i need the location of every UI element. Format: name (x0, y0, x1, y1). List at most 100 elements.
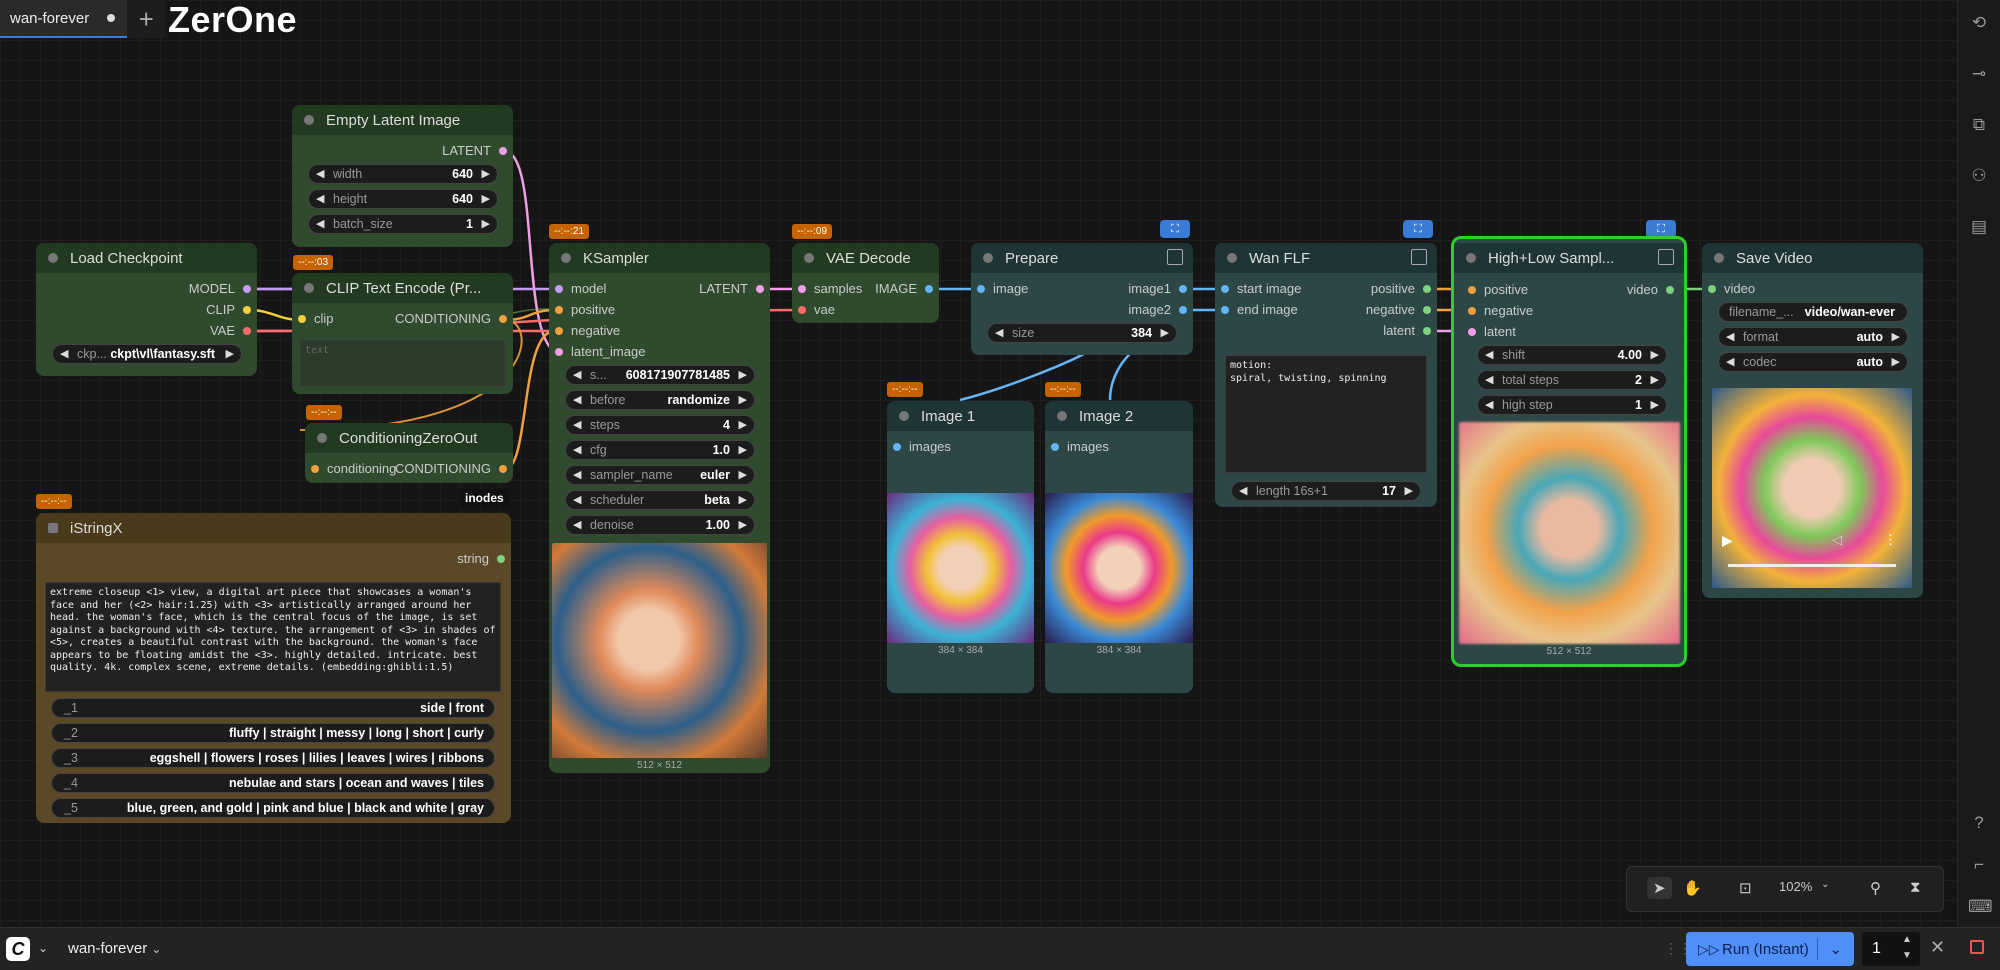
width-widget[interactable]: ◀ width 640 ▶ (308, 164, 498, 184)
hide-links-icon[interactable]: ⧗ (1910, 879, 1921, 896)
play-icon[interactable]: ▶ (1722, 532, 1733, 549)
motion-textarea[interactable]: motion: spiral, twisting, spinning (1225, 355, 1427, 473)
batch-size-widget[interactable]: ◀ batch_size 1 ▶ (308, 214, 498, 234)
video-player[interactable]: ▶ ◁ ⋮ (1712, 388, 1912, 588)
increment-icon[interactable]: ▲ (1902, 934, 1912, 945)
option-4-widget[interactable]: _4 nebulae and stars | ocean and waves | … (51, 773, 495, 793)
cancel-icon[interactable]: ✕ (1930, 937, 1945, 958)
cfg-widget[interactable]: ◀ cfg 1.0 ▶ (565, 440, 755, 460)
input-clip-socket[interactable] (298, 315, 306, 323)
output-vae-socket[interactable] (243, 327, 251, 335)
node-high-low-sampler[interactable]: High+Low Sampl... positive negative late… (1451, 236, 1687, 667)
history-icon[interactable]: ⟲ (1968, 12, 1990, 34)
model-library-icon[interactable]: ⚇ (1968, 165, 1990, 187)
queue-icon[interactable]: ⊸ (1968, 63, 1990, 85)
expand-icon[interactable] (1658, 249, 1674, 265)
seed-widget[interactable]: ◀ s... 608171907781485 ▶ (565, 365, 755, 385)
input-images-socket[interactable] (893, 443, 901, 451)
scheduler-widget[interactable]: ◀ scheduler beta ▶ (565, 490, 755, 510)
input-latent-socket[interactable] (555, 348, 563, 356)
output-string-socket[interactable] (497, 555, 505, 563)
control-before-widget[interactable]: ◀ before randomize ▶ (565, 390, 755, 410)
node-clip-text-encode[interactable]: CLIP Text Encode (Pr... clip CONDITIONIN… (292, 273, 513, 394)
prompt-textarea[interactable]: text (300, 340, 505, 386)
option-1-widget[interactable]: _1 side | front (51, 698, 495, 718)
chevron-down-icon[interactable]: ⌄ (1821, 879, 1829, 890)
input-start-image-socket[interactable] (1221, 285, 1229, 293)
option-3-widget[interactable]: _3 eggshell | flowers | roses | lilies | … (51, 748, 495, 768)
decrement-icon[interactable]: ▼ (1902, 950, 1912, 961)
input-latent-socket[interactable] (1468, 328, 1476, 336)
comfy-logo-icon[interactable]: C (6, 937, 30, 961)
output-latent-socket[interactable] (756, 285, 764, 293)
node-prepare[interactable]: Prepare image image1 image2 ◀ size 384 ▶ (971, 243, 1193, 355)
input-positive-socket[interactable] (555, 306, 563, 314)
stop-icon[interactable] (1970, 940, 1984, 954)
help-icon[interactable]: ? (1968, 812, 1990, 834)
option-2-widget[interactable]: _2 fluffy | straight | messy | long | sho… (51, 723, 495, 743)
zoom-level[interactable]: 102% (1779, 879, 1812, 894)
high-step-widget[interactable]: ◀ high step 1 ▶ (1477, 395, 1667, 415)
node-empty-latent[interactable]: Empty Latent Image LATENT ◀ width 640 ▶ ◀ he… (292, 105, 513, 247)
bulb-icon[interactable]: ⚲ (1870, 879, 1881, 897)
sampler-name-widget[interactable]: ◀ sampler_name euler ▶ (565, 465, 755, 485)
tab-workflow[interactable]: wan-forever (0, 0, 128, 38)
node-vae-decode[interactable]: VAE Decode samples vae IMAGE (792, 243, 939, 323)
format-widget[interactable]: ◀ format auto ▶ (1718, 327, 1908, 347)
input-end-image-socket[interactable] (1221, 306, 1229, 314)
steps-widget[interactable]: ◀ steps 4 ▶ (565, 415, 755, 435)
input-samples-socket[interactable] (798, 285, 806, 293)
node-istringx[interactable]: iStringX string extreme closeup <1> view… (36, 513, 511, 823)
input-positive-socket[interactable] (1468, 286, 1476, 294)
denoise-widget[interactable]: ◀ denoise 1.00 ▶ (565, 515, 755, 535)
input-vae-socket[interactable] (798, 306, 806, 314)
keyboard-icon[interactable]: ⌨ (1968, 896, 1993, 918)
node-ksampler[interactable]: KSampler model positive negative latent_… (549, 243, 770, 773)
hand-tool-icon[interactable]: ✋ (1683, 879, 1702, 897)
output-latent-socket[interactable] (499, 147, 507, 155)
codec-widget[interactable]: ◀ codec auto ▶ (1718, 352, 1908, 372)
height-widget[interactable]: ◀ height 640 ▶ (308, 189, 498, 209)
option-5-widget[interactable]: _5 blue, green, and gold | pink and blue … (51, 798, 495, 818)
output-negative-socket[interactable] (1423, 306, 1431, 314)
input-image-socket[interactable] (977, 285, 985, 293)
output-positive-socket[interactable] (1423, 285, 1431, 293)
input-conditioning-socket[interactable] (311, 465, 319, 473)
workflow-name[interactable]: wan-forever ⌄ (68, 940, 161, 957)
node-load-checkpoint[interactable]: Load Checkpoint MODEL CLIP VAE ◀ ckp... ck… (36, 243, 257, 376)
node-save-video[interactable]: Save Video video filename_... video/wan-e… (1702, 243, 1923, 598)
template-textarea[interactable]: extreme closeup <1> view, a digital art … (45, 582, 501, 692)
templates-icon[interactable]: ▤ (1968, 216, 1990, 238)
output-image-socket[interactable] (925, 285, 933, 293)
total-steps-widget[interactable]: ◀ total steps 2 ▶ (1477, 370, 1667, 390)
more-icon[interactable]: ⋮ (1884, 532, 1897, 548)
output-video-socket[interactable] (1666, 286, 1674, 294)
new-tab-button[interactable]: + (127, 0, 166, 38)
subgraph-icon[interactable]: ⛶ (1160, 220, 1190, 238)
size-widget[interactable]: ◀ size 384 ▶ (987, 323, 1177, 343)
chevron-down-icon[interactable]: ⌄ (38, 941, 48, 955)
node-library-icon[interactable]: ⧉ (1968, 114, 1990, 136)
input-model-socket[interactable] (555, 285, 563, 293)
node-image-2[interactable]: Image 2 images 384 × 384 (1045, 401, 1193, 693)
fit-view-icon[interactable]: ⊡ (1739, 879, 1752, 897)
input-images-socket[interactable] (1051, 443, 1059, 451)
run-button[interactable]: ▷▷ Run (Instant) ⌄ (1686, 932, 1854, 966)
node-image-1[interactable]: Image 1 images 384 × 384 (887, 401, 1034, 693)
subgraph-icon[interactable]: ⛶ (1403, 220, 1433, 238)
expand-icon[interactable] (1167, 249, 1183, 265)
output-image1-socket[interactable] (1179, 285, 1187, 293)
output-conditioning-socket[interactable] (499, 465, 507, 473)
chevron-down-icon[interactable]: ⌄ (1829, 940, 1842, 958)
shift-widget[interactable]: ◀ shift 4.00 ▶ (1477, 345, 1667, 365)
input-video-socket[interactable] (1708, 285, 1716, 293)
filename-prefix-widget[interactable]: filename_... video/wan-ever (1718, 302, 1908, 322)
select-tool-icon[interactable]: ➤ (1647, 877, 1672, 899)
terminal-icon[interactable]: ⌐ (1968, 854, 1990, 876)
input-negative-socket[interactable] (1468, 307, 1476, 315)
output-conditioning-socket[interactable] (499, 315, 507, 323)
output-clip-socket[interactable] (243, 306, 251, 314)
output-latent-socket[interactable] (1423, 327, 1431, 335)
length-widget[interactable]: ◀ length 16s+1 17 ▶ (1231, 481, 1421, 501)
video-progress-bar[interactable] (1728, 564, 1896, 567)
